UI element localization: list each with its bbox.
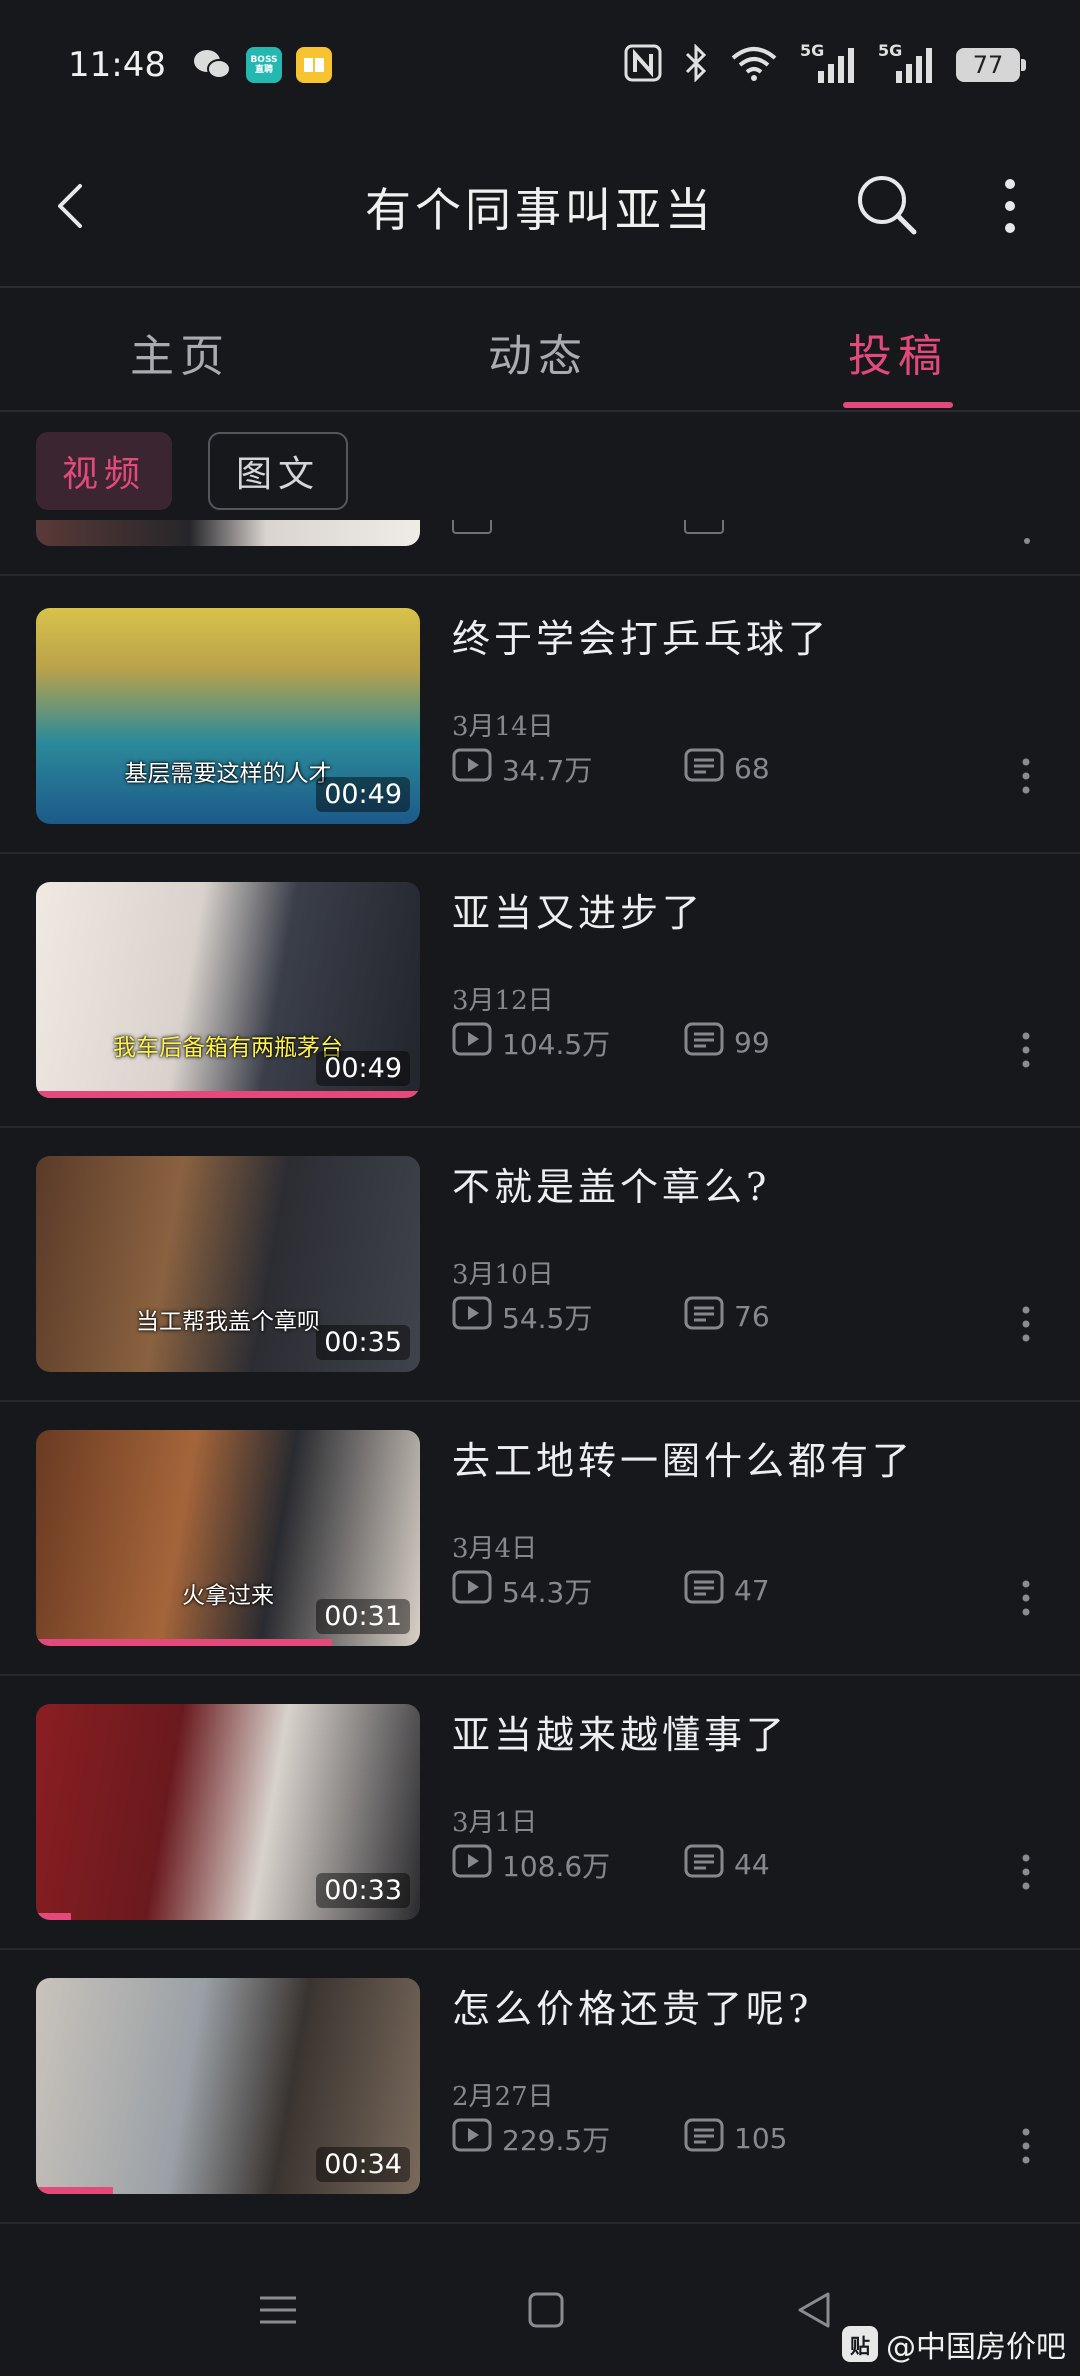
more-icon[interactable] (1016, 2126, 1036, 2166)
video-title[interactable]: 去工地转一圈什么都有了 (452, 1430, 914, 1485)
boss-app-icon: BOSS 直聘 (245, 47, 282, 83)
video-title[interactable]: 不就是盖个章么? (452, 1156, 770, 1211)
video-thumbnail[interactable]: 00:33 (36, 1704, 420, 1920)
watermark: 贴 @中国房价吧 (842, 2322, 1066, 2366)
video-date: 2月27日 (452, 2082, 554, 2112)
view-count: 104.5万 (452, 1022, 610, 1063)
back-triangle-icon[interactable] (784, 2280, 844, 2340)
status-bar: 11:48 BOSS 直聘 5G 5G 77 (0, 0, 1080, 130)
list-item[interactable]: 00:34 怎么价格还贵了呢? 2月27日 229.5万 105 (0, 1948, 1080, 2224)
video-duration: 00:35 (316, 1325, 410, 1360)
view-count: 54.3万 (452, 1570, 592, 1611)
bluetooth-icon (684, 43, 708, 86)
list-item[interactable]: 火拿过来 00:31 去工地转一圈什么都有了 3月4日 54.3万 47 (0, 1400, 1080, 1676)
menu-icon[interactable] (248, 2280, 308, 2340)
search-icon[interactable] (852, 170, 922, 240)
filter-video-chip[interactable]: 视频 (36, 432, 173, 510)
tieba-logo-icon: 贴 (842, 2326, 878, 2362)
video-duration: 00:34 (316, 2147, 410, 2182)
wifi-icon (730, 44, 778, 86)
more-icon[interactable] (1016, 1030, 1036, 1070)
video-duration: 00:33 (316, 1873, 410, 1908)
list-item[interactable]: 基层需要这样的人才 00:49 终于学会打乒乓球了 3月14日 34.7万 68 (0, 578, 1080, 854)
video-title[interactable]: 怎么价格还贵了呢? (452, 1978, 812, 2033)
play-icon (452, 1022, 492, 1063)
top-app-bar: 有个同事叫亚当 (0, 130, 1080, 288)
video-title[interactable]: 亚当越来越懂事了 (452, 1704, 788, 1759)
video-date: 3月12日 (452, 986, 554, 1016)
tab-home[interactable]: 主页 (60, 320, 300, 384)
nfc-icon (624, 44, 662, 86)
comment-count: 47 (684, 1570, 770, 1611)
more-icon[interactable] (1016, 1578, 1036, 1618)
book-app-icon (295, 47, 332, 83)
more-icon[interactable] (1016, 1852, 1036, 1892)
tab-posts[interactable]: 投稿 (778, 320, 1018, 384)
list-item[interactable]: 00:33 亚当越来越懂事了 3月1日 108.6万 44 (0, 1674, 1080, 1950)
video-date: 3月14日 (452, 712, 554, 742)
view-count: 34.7万 (452, 748, 592, 789)
status-time: 11:48 (68, 45, 166, 85)
play-icon (452, 2118, 492, 2159)
comment-count: 99 (684, 1022, 770, 1063)
watch-progress-bar (36, 1913, 71, 1920)
video-thumbnail[interactable]: 我车后备箱有两瓶茅台 00:49 (36, 882, 420, 1098)
video-list[interactable]: 基层需要这样的人才 00:49 终于学会打乒乓球了 3月14日 34.7万 68… (0, 520, 1080, 2240)
signal-icon-1: 5G (800, 41, 856, 85)
video-thumbnail[interactable]: 火拿过来 00:31 (36, 1430, 420, 1646)
list-item[interactable]: 当工帮我盖个章呗 00:35 不就是盖个章么? 3月10日 54.5万 76 (0, 1126, 1080, 1402)
view-count: 54.5万 (452, 1296, 592, 1337)
tab-activity[interactable]: 动态 (418, 320, 658, 384)
play-icon (452, 1570, 492, 1611)
video-duration: 00:49 (316, 1051, 410, 1086)
video-duration: 00:49 (316, 777, 410, 812)
home-icon[interactable] (516, 2280, 576, 2340)
video-date: 3月4日 (452, 1534, 538, 1564)
video-date: 3月1日 (452, 1808, 538, 1838)
list-item-partial[interactable] (0, 520, 1080, 576)
comment-count: 68 (684, 748, 770, 789)
more-icon[interactable] (1016, 756, 1036, 796)
video-thumbnail[interactable]: 00:34 (36, 1978, 420, 2194)
comment-icon (684, 1022, 724, 1063)
battery-indicator: 77 (956, 48, 1026, 82)
video-title[interactable]: 终于学会打乒乓球了 (452, 608, 830, 663)
comment-count: 105 (684, 2118, 787, 2159)
comment-icon (684, 748, 724, 789)
comment-count: 76 (684, 1296, 770, 1337)
video-thumbnail[interactable]: 当工帮我盖个章呗 00:35 (36, 1156, 420, 1372)
wechat-icon (192, 47, 232, 83)
comment-icon (684, 1296, 724, 1337)
view-count: 229.5万 (452, 2118, 610, 2159)
watermark-text: @中国房价吧 (886, 2330, 1066, 2365)
play-icon (452, 1296, 492, 1337)
video-date: 3月10日 (452, 1260, 554, 1290)
more-icon[interactable] (1024, 538, 1030, 544)
list-item[interactable]: 我车后备箱有两瓶茅台 00:49 亚当又进步了 3月12日 104.5万 99 (0, 852, 1080, 1128)
filter-image-text-chip[interactable]: 图文 (208, 432, 349, 510)
signal-icon-2: 5G (878, 41, 934, 85)
more-options-icon[interactable] (990, 174, 1030, 238)
video-thumbnail[interactable] (36, 520, 420, 546)
more-icon[interactable] (1016, 1304, 1036, 1344)
profile-tabs: 主页 动态 投稿 (0, 290, 1080, 412)
comment-icon (684, 2118, 724, 2159)
active-tab-indicator (843, 402, 953, 408)
watch-progress-bar (36, 2187, 113, 2194)
play-icon (452, 748, 492, 789)
watch-progress-bar (36, 1639, 332, 1646)
watch-progress-bar (36, 1091, 420, 1098)
video-thumbnail[interactable]: 基层需要这样的人才 00:49 (36, 608, 420, 824)
comment-icon (684, 1844, 724, 1885)
video-duration: 00:31 (316, 1599, 410, 1634)
comment-icon (684, 1570, 724, 1611)
comment-count: 44 (684, 1844, 770, 1885)
video-title[interactable]: 亚当又进步了 (452, 882, 704, 937)
content-filter: 视频 图文 (36, 432, 349, 510)
play-icon (452, 1844, 492, 1885)
view-count: 108.6万 (452, 1844, 610, 1885)
